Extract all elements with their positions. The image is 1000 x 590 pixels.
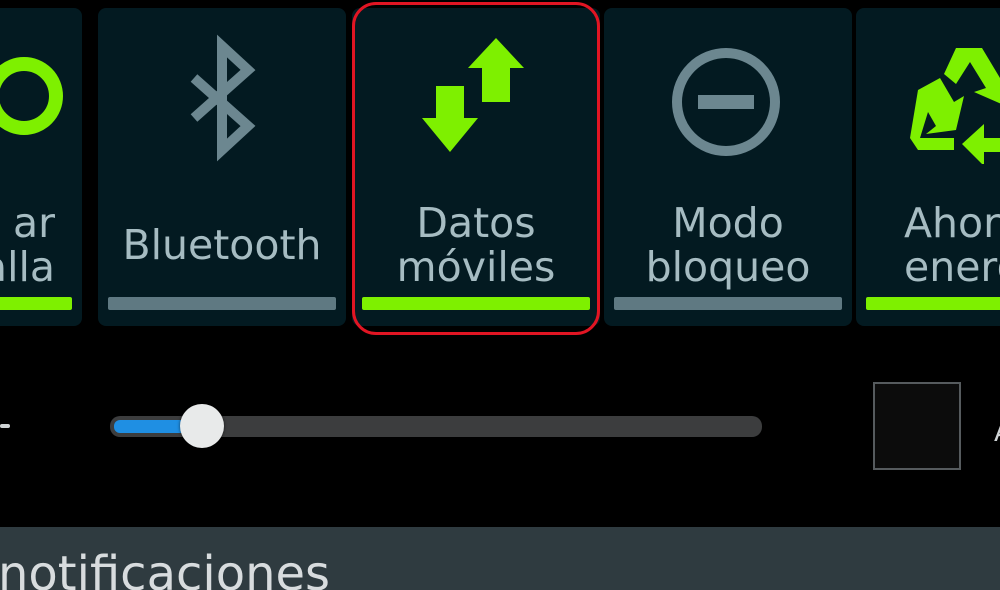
tile-label-line-1: Ahor [904, 199, 1000, 247]
tile-label-line-2: alla [0, 243, 55, 291]
tile-label: Ahor energ [856, 201, 1000, 289]
block-mode-icon [604, 34, 852, 164]
tile-label-line-2: móviles [396, 243, 556, 291]
rotate-screen-icon [0, 34, 82, 164]
tile-label-line-1: Datos [416, 199, 536, 247]
tile-power-saving[interactable]: Ahor energ [856, 8, 1000, 326]
mobile-data-arrows-icon [352, 34, 600, 164]
tile-label: Modo bloqueo [604, 201, 852, 289]
tile-label: Datos móviles [352, 201, 600, 289]
tile-label: ar alla [0, 201, 82, 289]
status-indicator-off [108, 297, 336, 310]
tile-label-line-2: energ [904, 243, 1000, 291]
auto-brightness-checkbox[interactable] [873, 382, 961, 470]
tile-bluetooth[interactable]: Bluetooth [98, 8, 346, 326]
power-saving-recycle-icon [856, 34, 1000, 164]
bluetooth-icon [98, 34, 346, 164]
brightness-low-icon [0, 424, 10, 428]
status-indicator-on [866, 297, 1000, 310]
tile-label-line-1: Bluetooth [122, 221, 322, 269]
tile-label-line-2: bloqueo [645, 243, 811, 291]
screen: ar alla Bluetooth Datos móviles [0, 0, 1000, 590]
auto-brightness-label: A [994, 420, 1000, 446]
tile-label-line-1: ar [13, 199, 55, 247]
tile-label: Bluetooth [98, 223, 346, 267]
tile-mobile-data[interactable]: Datos móviles [352, 8, 600, 326]
tile-block-mode[interactable]: Modo bloqueo [604, 8, 852, 326]
notifications-title: notificaciones [0, 546, 331, 590]
brightness-slider-thumb[interactable] [180, 404, 225, 448]
tile-label-line-1: Modo [672, 199, 784, 247]
status-indicator-on [0, 297, 72, 310]
status-indicator-on [362, 297, 590, 310]
status-indicator-off [614, 297, 842, 310]
tile-screen-rotation[interactable]: ar alla [0, 8, 82, 326]
